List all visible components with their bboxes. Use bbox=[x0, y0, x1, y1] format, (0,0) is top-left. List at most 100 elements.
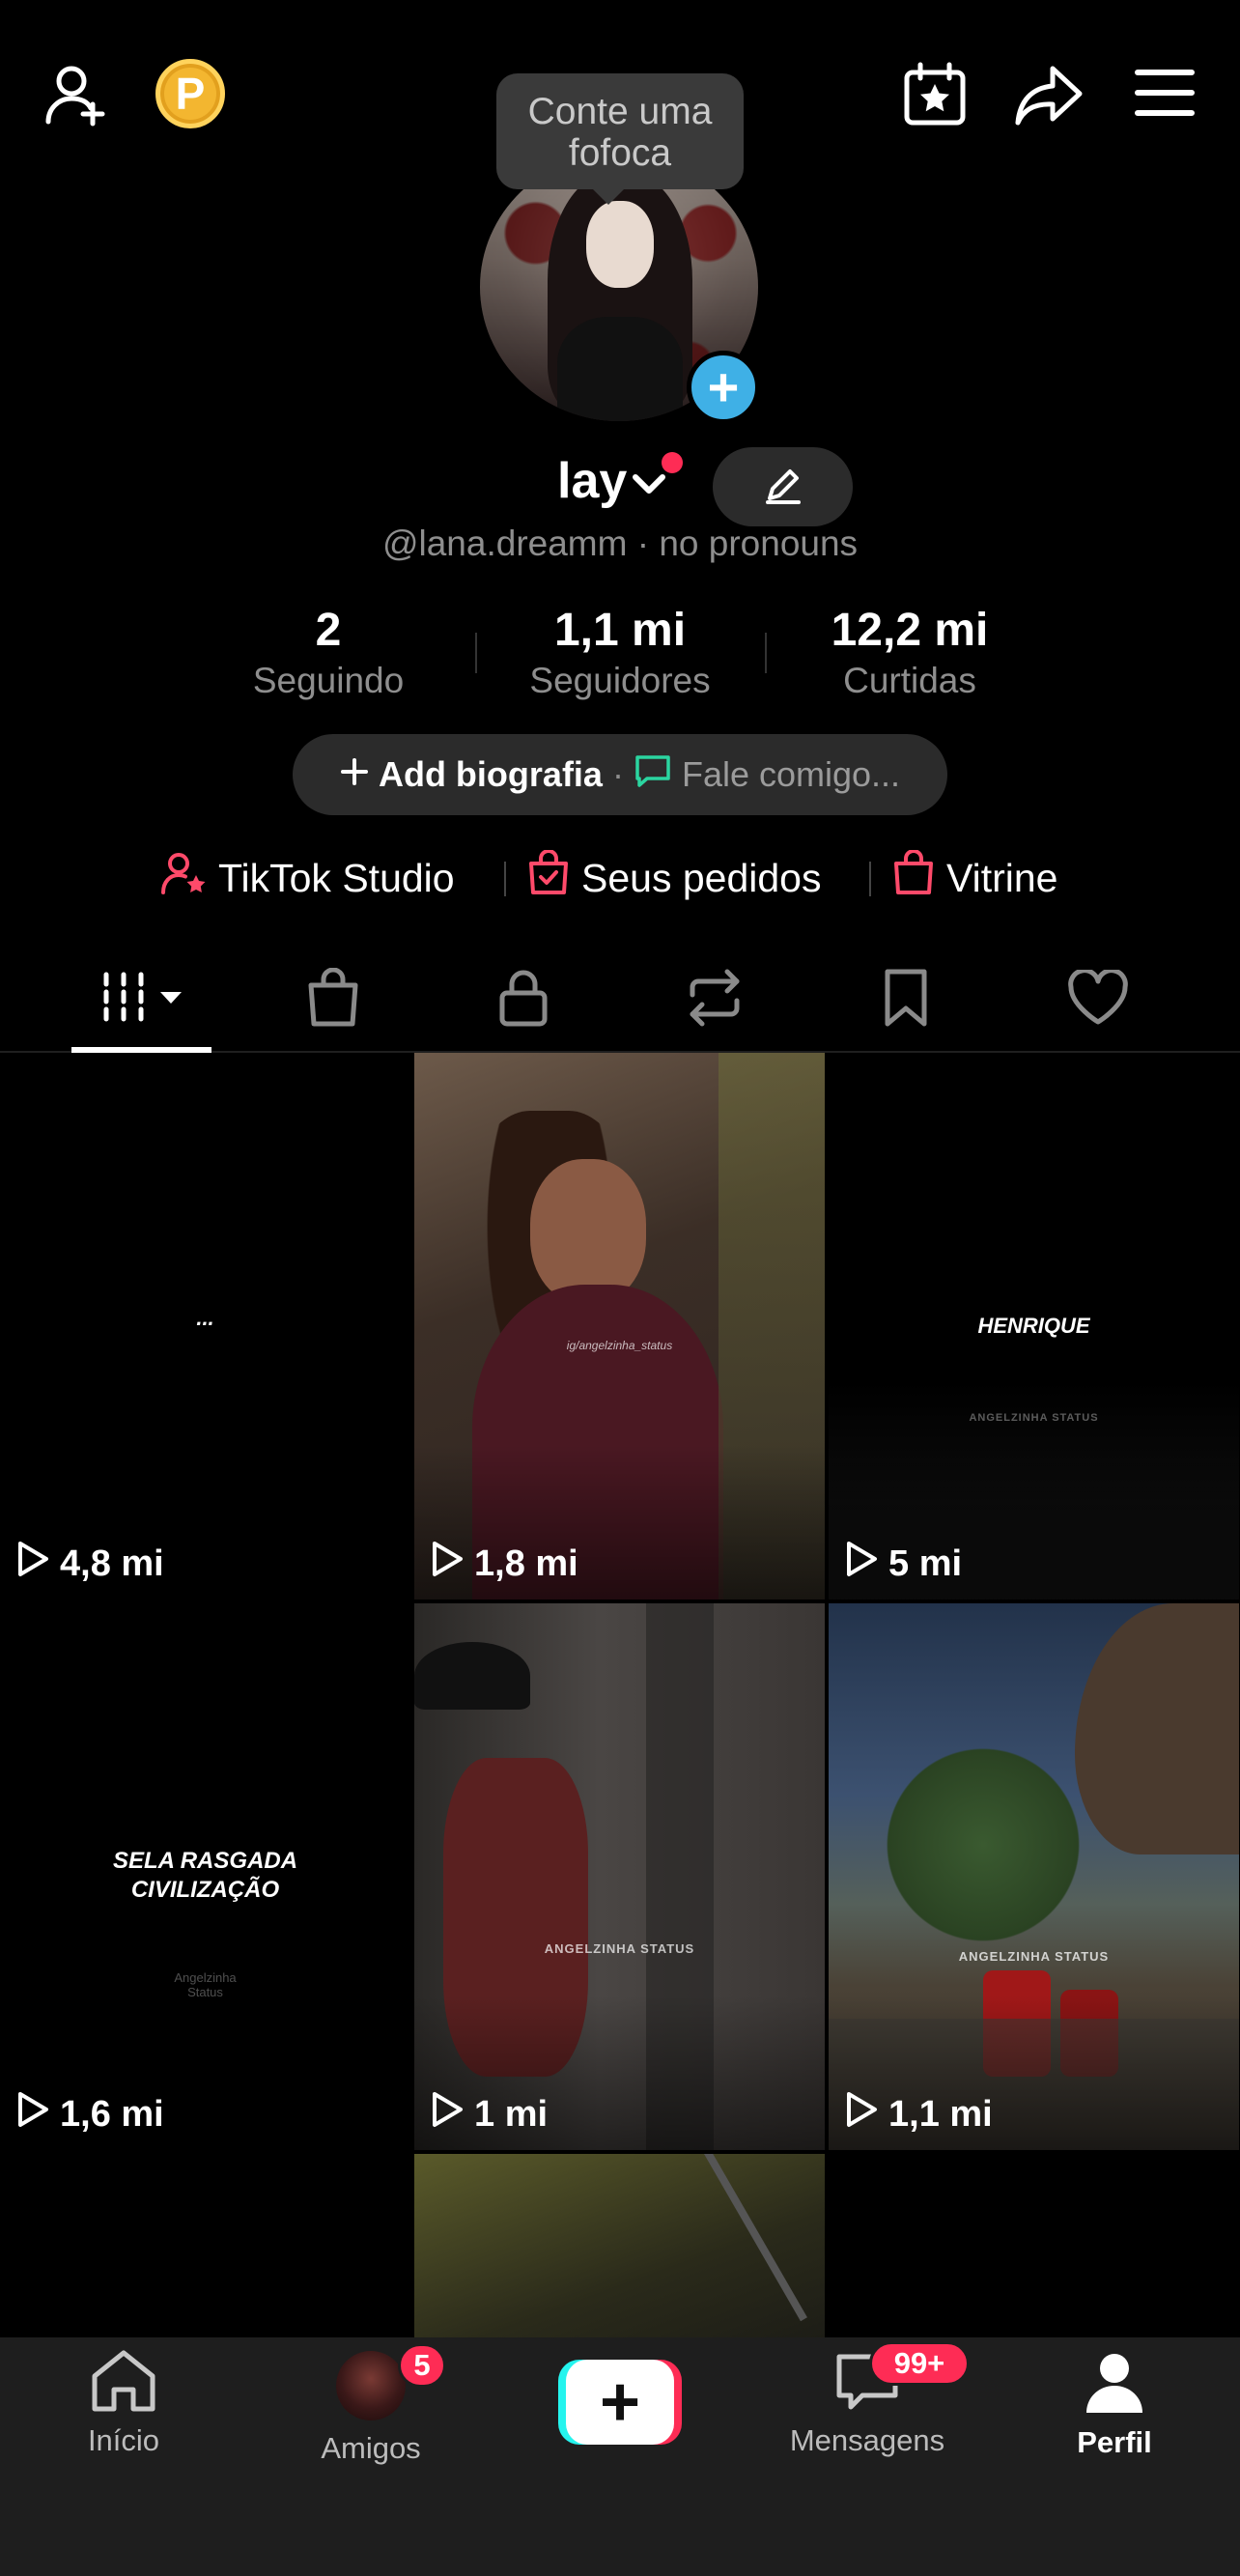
view-count: 5 mi bbox=[844, 1540, 962, 1588]
view-count: 1,6 mi bbox=[15, 2090, 164, 2138]
video-thumbnail[interactable]: ANGELZINHA STATUS 1 mi bbox=[414, 1603, 825, 2150]
add-friend-icon[interactable] bbox=[39, 56, 116, 133]
shop-bag-icon bbox=[892, 849, 935, 906]
view-count-value: 5 mi bbox=[888, 1543, 963, 1584]
view-count-value: 4,8 mi bbox=[60, 1543, 164, 1584]
nav-label: Início bbox=[87, 2423, 160, 2457]
divider bbox=[504, 862, 506, 896]
tab-private[interactable] bbox=[465, 947, 581, 1053]
orders-bag-icon bbox=[527, 849, 570, 906]
video-thumbnail[interactable] bbox=[0, 2154, 410, 2337]
bio-pill: Add biografia · Fale comigo... bbox=[293, 734, 947, 815]
add-story-button[interactable]: + bbox=[687, 351, 760, 424]
friends-avatar-icon bbox=[336, 2351, 406, 2420]
orders-link[interactable]: Seus pedidos bbox=[527, 849, 822, 906]
display-name[interactable]: lay bbox=[557, 452, 627, 510]
video-thumbnail[interactable]: ... 4,8 mi bbox=[0, 1053, 410, 1599]
video-thumbnail[interactable] bbox=[829, 2154, 1239, 2337]
video-thumbnail[interactable] bbox=[414, 2154, 825, 2337]
view-count-value: 1,1 mi bbox=[888, 2093, 993, 2135]
username-pronouns: @lana.dreamm · no pronouns bbox=[381, 524, 859, 563]
profile-icon bbox=[1083, 2351, 1146, 2420]
stat-label: Seguidores bbox=[529, 661, 711, 700]
repost-icon bbox=[683, 968, 747, 1033]
nav-label: Mensagens bbox=[789, 2423, 945, 2457]
view-count: 1 mi bbox=[430, 2090, 548, 2138]
divider bbox=[869, 862, 871, 896]
stat-following[interactable]: 2 Seguindo bbox=[232, 604, 425, 701]
link-label: Seus pedidos bbox=[581, 855, 822, 900]
tab-saved[interactable] bbox=[848, 947, 964, 1053]
view-count: 1,8 mi bbox=[430, 1540, 578, 1588]
view-count-value: 1,6 mi bbox=[60, 2093, 164, 2135]
view-count: 4,8 mi bbox=[15, 1540, 164, 1588]
bookmark-icon bbox=[882, 968, 930, 1033]
nav-home[interactable]: Início bbox=[17, 2349, 230, 2458]
stat-value: 2 bbox=[315, 605, 342, 656]
link-label: Vitrine bbox=[946, 855, 1058, 900]
view-count-value: 1,8 mi bbox=[474, 1543, 578, 1584]
video-thumbnail[interactable]: ANGELZINHA STATUS 1,1 mi bbox=[829, 1603, 1239, 2150]
play-icon bbox=[430, 1540, 465, 1588]
thumbnail-text: SELA RASGADA CIVILIZAÇÃO bbox=[112, 1848, 298, 1903]
content-tabs bbox=[0, 947, 1240, 1053]
thumbnail-text: HENRIQUE bbox=[977, 1314, 1090, 1338]
edit-profile-button[interactable] bbox=[713, 447, 853, 526]
creator-icon bbox=[160, 850, 207, 906]
stat-label: Curtidas bbox=[843, 661, 976, 700]
tiktok-studio-link[interactable]: TikTok Studio bbox=[160, 850, 455, 906]
stat-value: 12,2 mi bbox=[831, 605, 989, 656]
watermark-text: ig/angelzinha_status bbox=[566, 1339, 673, 1352]
add-bio-button[interactable]: Add biografia bbox=[379, 754, 603, 795]
divider bbox=[765, 633, 767, 673]
notification-dot bbox=[662, 452, 683, 473]
play-icon bbox=[844, 2090, 879, 2138]
chevron-down-icon[interactable] bbox=[630, 471, 668, 503]
tab-videos[interactable] bbox=[71, 947, 211, 1053]
play-icon bbox=[844, 1540, 879, 1588]
tab-reposts[interactable] bbox=[657, 947, 773, 1053]
friends-badge: 5 bbox=[398, 2343, 446, 2388]
stat-likes[interactable]: 12,2 mi Curtidas bbox=[794, 604, 1026, 701]
watermark-logo: ANGELZINHA STATUS bbox=[544, 1941, 695, 1956]
video-thumbnail[interactable]: SELA RASGADA CIVILIZAÇÃO Angelzinha Stat… bbox=[0, 1603, 410, 2150]
lock-icon bbox=[496, 968, 550, 1033]
calendar-star-icon[interactable] bbox=[896, 56, 973, 133]
chat-icon[interactable] bbox=[634, 753, 672, 797]
plus-icon[interactable] bbox=[340, 754, 369, 795]
nav-profile[interactable]: Perfil bbox=[1008, 2351, 1221, 2460]
view-count-value: 1 mi bbox=[474, 2093, 549, 2135]
stat-value: 1,1 mi bbox=[553, 605, 687, 656]
view-count: 1,1 mi bbox=[844, 2090, 993, 2138]
messages-badge: 99+ bbox=[869, 2341, 970, 2386]
video-grid: ... 4,8 mi ig/angelzinha_status 1,8 mi H… bbox=[0, 1053, 1240, 2337]
share-icon[interactable] bbox=[1010, 56, 1087, 133]
profile-links: TikTok Studio Seus pedidos Vitrine bbox=[0, 849, 1240, 908]
stat-label: Seguindo bbox=[252, 661, 405, 700]
chat-with-me-button[interactable]: Fale comigo... bbox=[682, 754, 900, 795]
play-icon bbox=[430, 2090, 465, 2138]
showcase-link[interactable]: Vitrine bbox=[892, 849, 1058, 906]
coins-icon[interactable]: P bbox=[155, 59, 225, 128]
watermark-logo: ANGELZINHA STATUS bbox=[969, 1412, 1099, 1424]
play-icon bbox=[15, 1540, 50, 1588]
pencil-icon bbox=[762, 464, 804, 511]
tab-liked[interactable] bbox=[1040, 947, 1156, 1053]
watermark-logo: ANGELZINHA STATUS bbox=[958, 1949, 1110, 1964]
video-thumbnail[interactable]: HENRIQUE ANGELZINHA STATUS 5 mi bbox=[829, 1053, 1239, 1599]
home-icon bbox=[89, 2349, 158, 2418]
plus-icon: + bbox=[566, 2360, 674, 2445]
create-button[interactable]: + bbox=[558, 2360, 682, 2445]
gossip-tooltip[interactable]: Conte uma fofoca bbox=[496, 73, 744, 205]
stat-followers[interactable]: 1,1 mi Seguidores bbox=[504, 604, 736, 701]
video-thumbnail[interactable]: ig/angelzinha_status 1,8 mi bbox=[414, 1053, 825, 1599]
divider bbox=[475, 633, 477, 673]
nav-label: Perfil bbox=[1077, 2425, 1152, 2459]
menu-icon[interactable] bbox=[1128, 56, 1201, 129]
separator: · bbox=[611, 754, 624, 794]
videos-grid-icon bbox=[99, 971, 185, 1030]
play-icon bbox=[15, 2090, 50, 2138]
nav-label: Amigos bbox=[321, 2431, 421, 2465]
tab-shop[interactable] bbox=[275, 947, 391, 1053]
heart-icon bbox=[1067, 967, 1129, 1031]
